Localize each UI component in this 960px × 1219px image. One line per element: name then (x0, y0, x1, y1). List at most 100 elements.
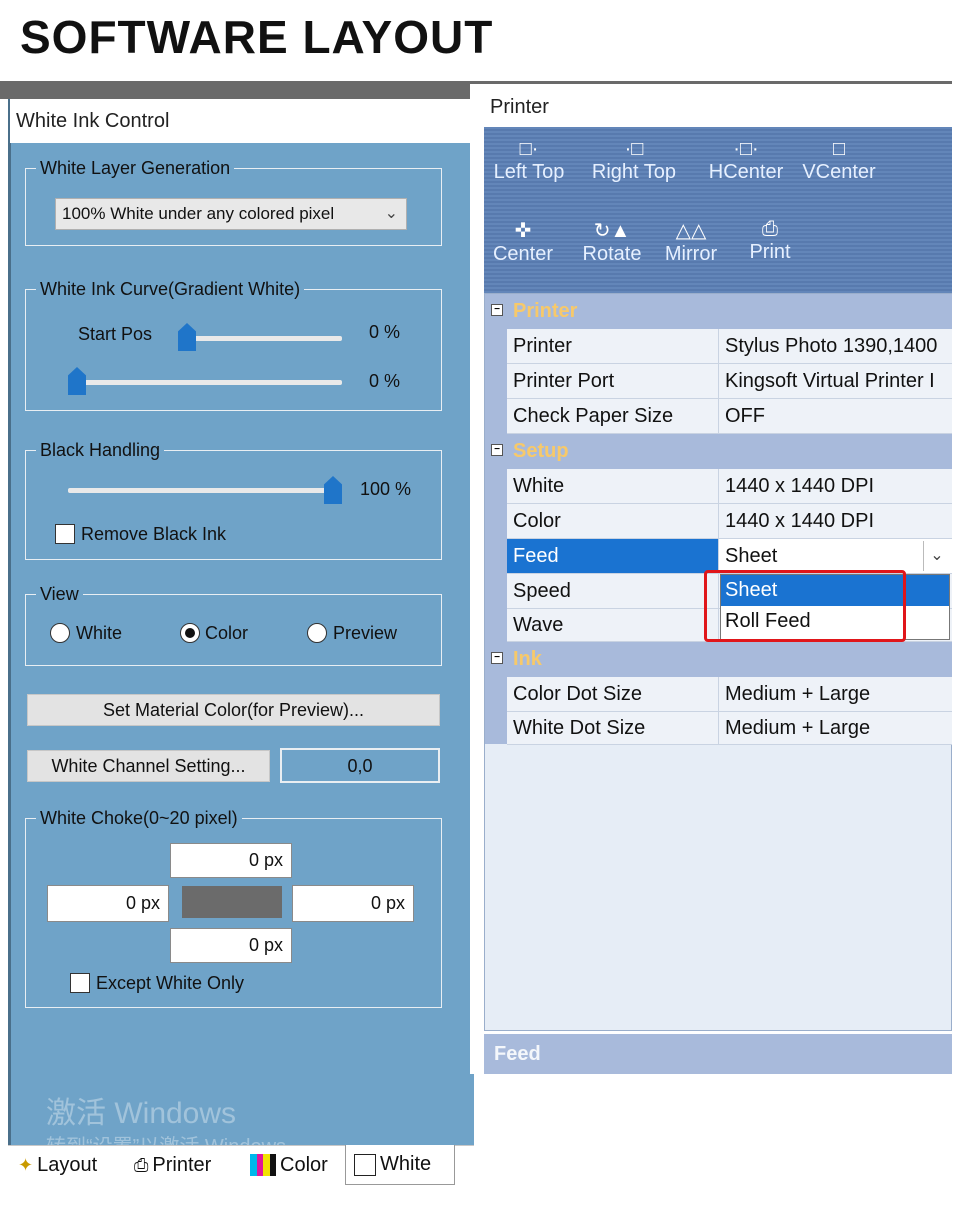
align-left-top-icon: □· (519, 138, 539, 160)
row-white-value[interactable]: 1440 x 1440 DPI (719, 469, 952, 504)
category-printer-label: Printer (513, 300, 578, 322)
row-white-name: White (507, 469, 719, 504)
white-channel-value: 0,0 (280, 748, 440, 783)
ink-curve-group (25, 289, 442, 411)
except-white-only-label: Except White Only (96, 973, 245, 993)
except-white-only-checkbox[interactable] (70, 973, 90, 993)
black-handling-label: Black Handling (36, 440, 165, 461)
choke-preview-swatch (182, 886, 282, 918)
mirror-label: Mirror (664, 243, 718, 265)
rotate-button[interactable]: ↻▲ Rotate (578, 218, 646, 278)
white-channel-setting-button[interactable]: White Channel Setting... (27, 750, 270, 782)
vcenter-icon: □ (832, 138, 846, 160)
chevron-down-icon: ⌄ (384, 205, 398, 222)
row-color-dot-size-value[interactable]: Medium + Large (719, 677, 952, 712)
white-layer-selected: 100% White under any colored pixel (62, 204, 335, 223)
panel-title: White Ink Control (16, 110, 170, 132)
header-divider (0, 81, 470, 99)
row-white-dot-size-value[interactable]: Medium + Large (719, 712, 952, 745)
tab-color[interactable]: Color (250, 1150, 328, 1180)
end-pos-value: 0 % (369, 371, 401, 391)
printer-icon: ⎙ (134, 1154, 149, 1175)
start-pos-label: Start Pos (78, 324, 153, 344)
center-button[interactable]: ✜ Center (490, 218, 556, 278)
chevron-down-icon[interactable]: ⌄ (923, 541, 950, 571)
center-icon: ✜ (514, 220, 532, 242)
row-printer-value[interactable]: Stylus Photo 1390,1400 (719, 329, 952, 364)
rotate-icon: ↻▲ (593, 220, 631, 242)
view-white-label: White (76, 623, 123, 643)
row-white-dot-size-name: White Dot Size (507, 712, 719, 745)
view-preview-label: Preview (333, 623, 398, 643)
printer-icon: ⎙ (762, 218, 778, 240)
set-material-color-button[interactable]: Set Material Color(for Preview)... (27, 694, 440, 726)
printer-panel-title: Printer (490, 96, 549, 118)
tab-white-label: White (380, 1153, 432, 1175)
row-color-name: Color (507, 504, 719, 539)
choke-top-field[interactable]: 0 px (170, 843, 292, 878)
right-top-label: Right Top (591, 161, 677, 183)
vcenter-button[interactable]: □ VCenter (800, 138, 878, 198)
mirror-icon: △△ (675, 220, 707, 242)
view-preview-radio[interactable] (307, 623, 327, 643)
page-title: SOFTWARE LAYOUT (20, 11, 494, 63)
panel-edge (8, 143, 11, 1145)
hcenter-icon: ·□· (733, 138, 759, 160)
print-label: Print (749, 241, 791, 263)
row-speed-name: Speed (507, 574, 719, 609)
ink-curve-label: White Ink Curve(Gradient White) (36, 279, 305, 300)
black-level-slider[interactable] (68, 488, 342, 493)
layout-icon: ✦ (18, 1154, 34, 1175)
white-square-icon (354, 1153, 376, 1176)
collapse-icon: − (491, 652, 503, 664)
tab-printer-label: Printer (152, 1153, 212, 1176)
white-layer-select[interactable]: 100% White under any colored pixel ⌄ (55, 198, 407, 230)
white-layer-label: White Layer Generation (36, 158, 235, 179)
row-printer-name: Printer (507, 329, 719, 364)
view-color-label: Color (205, 623, 249, 643)
remove-black-ink-checkbox[interactable] (55, 524, 75, 544)
choke-bottom-field[interactable]: 0 px (170, 928, 292, 963)
left-top-button[interactable]: □· Left Top (492, 138, 566, 198)
hcenter-button[interactable]: ·□· HCenter (704, 138, 788, 198)
vcenter-label: VCenter (802, 161, 876, 183)
start-pos-slider[interactable] (178, 336, 342, 341)
mirror-button[interactable]: △△ Mirror (658, 218, 724, 278)
view-label: View (36, 584, 83, 605)
print-button[interactable]: ⎙ Print (742, 218, 798, 278)
choke-left-field[interactable]: 0 px (47, 885, 169, 922)
row-color-value[interactable]: 1440 x 1440 DPI (719, 504, 952, 539)
right-top-button[interactable]: ·□ Right Top (586, 138, 682, 198)
highlight-annotation-box (704, 570, 906, 642)
category-ink[interactable]: − Ink (485, 642, 952, 677)
category-ink-label: Ink (513, 648, 542, 670)
left-top-label: Left Top (493, 161, 565, 183)
tab-layout[interactable]: ✦ Layout (18, 1150, 97, 1180)
black-level-value: 100 % (360, 479, 412, 499)
category-setup[interactable]: − Setup (485, 434, 952, 469)
start-pos-value: 0 % (369, 322, 401, 342)
rotate-label: Rotate (582, 243, 642, 265)
property-description-title: Feed (484, 1034, 952, 1074)
choke-right-field[interactable]: 0 px (292, 885, 414, 922)
tab-color-label: Color (280, 1153, 328, 1176)
row-color-dot-size-name: Color Dot Size (507, 677, 719, 712)
tab-white[interactable]: White (345, 1145, 455, 1185)
view-white-radio[interactable] (50, 623, 70, 643)
row-printer-port-value[interactable]: Kingsoft Virtual Printer I (719, 364, 952, 399)
tab-printer[interactable]: ⎙ Printer (134, 1150, 211, 1180)
category-printer[interactable]: − Printer (485, 294, 952, 329)
collapse-icon: − (491, 304, 503, 316)
hcenter-label: HCenter (708, 161, 784, 183)
end-pos-slider[interactable] (68, 380, 342, 385)
row-feed-select[interactable]: Sheet ⌄ (719, 539, 952, 574)
row-wave-name: Wave (507, 609, 719, 642)
row-feed-value: Sheet (725, 544, 778, 567)
row-check-paper-value[interactable]: OFF (719, 399, 952, 434)
tab-layout-label: Layout (37, 1153, 98, 1176)
activation-watermark-title: 激活 Windows (46, 1097, 237, 1130)
category-setup-label: Setup (513, 440, 569, 462)
white-choke-label: White Choke(0~20 pixel) (36, 808, 242, 829)
view-color-radio[interactable] (180, 623, 200, 643)
align-right-top-icon: ·□ (624, 138, 644, 160)
